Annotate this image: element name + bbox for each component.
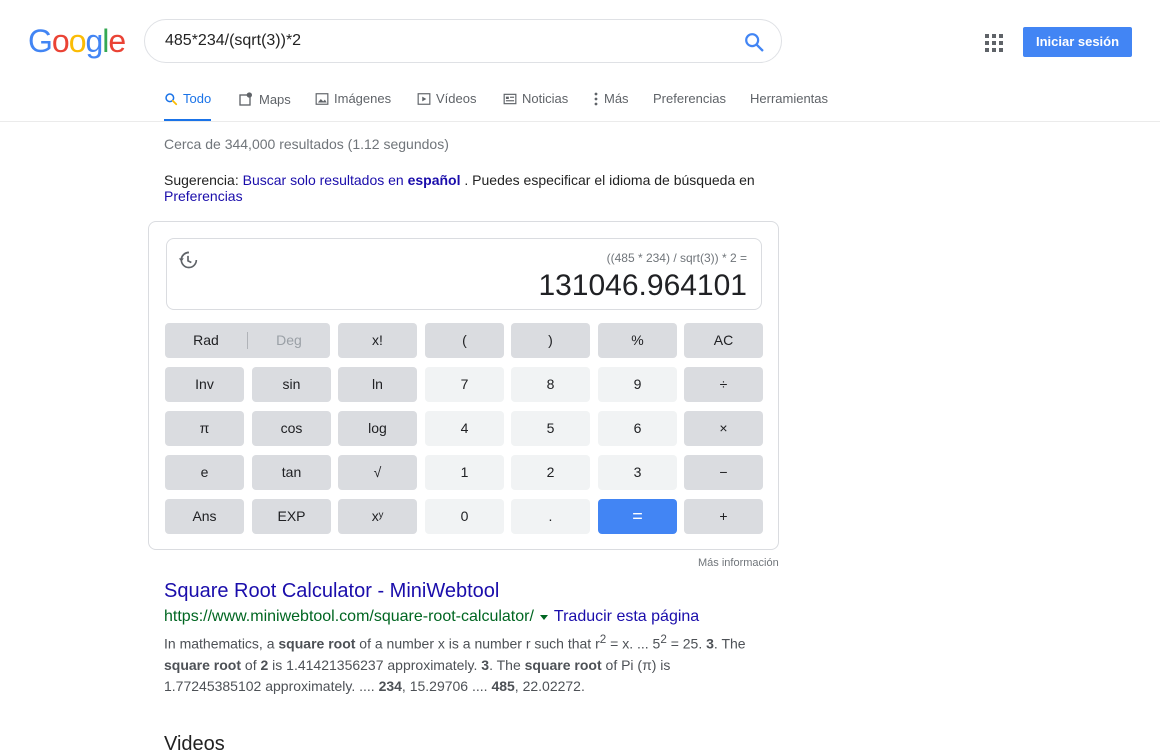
calc-key[interactable]: tan xyxy=(252,455,331,490)
translate-link[interactable]: Traducir esta página xyxy=(554,608,699,626)
search-icon[interactable] xyxy=(743,31,765,53)
calc-key[interactable]: Inv xyxy=(165,367,244,402)
more-vert-icon xyxy=(594,92,598,105)
tab-label: Maps xyxy=(259,91,291,107)
calc-key[interactable]: π xyxy=(165,411,244,446)
calc-key[interactable]: 6 xyxy=(598,411,677,446)
calc-key[interactable]: sin xyxy=(252,367,331,402)
rad-option[interactable]: Rad xyxy=(165,323,247,358)
logo-letter: e xyxy=(108,23,126,59)
rad-deg-toggle[interactable]: Rad Deg xyxy=(165,323,330,358)
calc-key[interactable]: 1 xyxy=(425,455,504,490)
calc-key[interactable]: ÷ xyxy=(684,367,763,402)
calc-key[interactable]: + xyxy=(684,499,763,534)
tab-label: Vídeos xyxy=(436,91,477,106)
tab-more[interactable]: Más xyxy=(593,91,629,106)
calc-key[interactable]: log xyxy=(338,411,417,446)
calc-key[interactable]: 9 xyxy=(598,367,677,402)
calc-key[interactable]: AC xyxy=(684,323,763,358)
sign-in-button[interactable]: Iniciar sesión xyxy=(1023,27,1132,57)
tab-label: Más xyxy=(604,91,629,106)
tab-label: Herramientas xyxy=(750,91,829,106)
logo-letter: o xyxy=(68,23,87,59)
result-url[interactable]: https://www.miniwebtool.com/square-root-… xyxy=(164,608,534,626)
logo-letter: o xyxy=(51,23,70,59)
calc-key[interactable]: √ xyxy=(338,455,417,490)
language-suggestion: Sugerencia: Buscar solo resultados en es… xyxy=(164,172,774,204)
logo-letter: g xyxy=(85,23,103,59)
tab-videos[interactable]: Vídeos xyxy=(417,91,476,106)
search-icon xyxy=(165,92,178,105)
calc-key[interactable]: 5 xyxy=(511,411,590,446)
search-box xyxy=(144,19,782,63)
spanish-only-link-bold: español xyxy=(407,172,461,188)
calculator-display: ((485 * 234) / sqrt(3)) * 2 = 131046.964… xyxy=(166,238,762,310)
calc-key[interactable]: % xyxy=(598,323,677,358)
url-dropdown-icon[interactable] xyxy=(539,614,548,620)
search-input[interactable] xyxy=(165,30,725,52)
suggestion-middle: . Puedes especificar el idioma de búsque… xyxy=(464,172,755,188)
logo-letter: G xyxy=(28,23,53,59)
result-title-link[interactable]: Square Root Calculator - MiniWebtool xyxy=(164,580,499,603)
tab-news[interactable]: Noticias xyxy=(503,91,568,106)
calc-key[interactable]: 7 xyxy=(425,367,504,402)
calc-key[interactable]: ( xyxy=(425,323,504,358)
calc-key[interactable]: 0 xyxy=(425,499,504,534)
calculator-expression: ((485 * 234) / sqrt(3)) * 2 = xyxy=(606,251,747,265)
more-info-link[interactable]: Más información xyxy=(698,557,779,569)
news-icon xyxy=(503,93,517,104)
tab-images[interactable]: Imágenes xyxy=(315,91,391,106)
calculator-result: 131046.964101 xyxy=(538,269,747,302)
calc-key[interactable]: 3 xyxy=(598,455,677,490)
tabs-divider xyxy=(0,121,1160,122)
tab-label: Imágenes xyxy=(334,91,392,106)
play-icon xyxy=(417,92,431,105)
calc-key[interactable]: cos xyxy=(252,411,331,446)
suggestion-prefix: Sugerencia: xyxy=(164,172,239,188)
tab-preferences[interactable]: Preferencias xyxy=(653,91,726,106)
calc-key[interactable]: × xyxy=(684,411,763,446)
result-stats: Cerca de 344,000 resultados (1.12 segund… xyxy=(164,136,449,152)
calc-key[interactable]: xʸ xyxy=(338,499,417,534)
calc-key[interactable]: e xyxy=(165,455,244,490)
tab-label: Preferencias xyxy=(653,91,726,106)
history-icon[interactable] xyxy=(178,250,198,270)
calc-key[interactable]: 8 xyxy=(511,367,590,402)
calc-key[interactable]: Ans xyxy=(165,499,244,534)
calc-key[interactable]: . xyxy=(511,499,590,534)
calc-key[interactable]: 4 xyxy=(425,411,504,446)
map-pin-icon xyxy=(239,92,252,106)
tab-label: Noticias xyxy=(522,91,569,106)
tab-tools[interactable]: Herramientas xyxy=(750,91,828,106)
apps-grid-icon[interactable] xyxy=(985,34,1003,52)
preferences-link[interactable]: Preferencias xyxy=(164,188,243,204)
tab-label: Todo xyxy=(183,91,212,106)
calc-key[interactable]: x! xyxy=(338,323,417,358)
deg-option[interactable]: Deg xyxy=(248,323,330,358)
calculator-card: ((485 * 234) / sqrt(3)) * 2 = 131046.964… xyxy=(148,221,779,550)
calc-key[interactable]: − xyxy=(684,455,763,490)
calc-key[interactable]: EXP xyxy=(252,499,331,534)
result-url-line: https://www.miniwebtool.com/square-root-… xyxy=(164,608,699,626)
calc-key[interactable]: = xyxy=(598,499,677,534)
result-snippet: In mathematics, a square root of a numbe… xyxy=(164,633,746,694)
tab-maps[interactable]: Maps xyxy=(238,91,291,107)
calc-key[interactable]: ln xyxy=(338,367,417,402)
image-icon xyxy=(315,92,329,105)
calc-key[interactable]: 2 xyxy=(511,455,590,490)
videos-heading: Videos xyxy=(164,733,225,755)
google-logo[interactable]: Google xyxy=(28,23,126,60)
spanish-only-link-text: Buscar solo resultados en xyxy=(242,172,404,188)
calc-key[interactable]: ) xyxy=(511,323,590,358)
spanish-only-link[interactable]: Buscar solo resultados en español xyxy=(243,172,461,188)
tab-todo[interactable]: Todo xyxy=(164,91,212,122)
